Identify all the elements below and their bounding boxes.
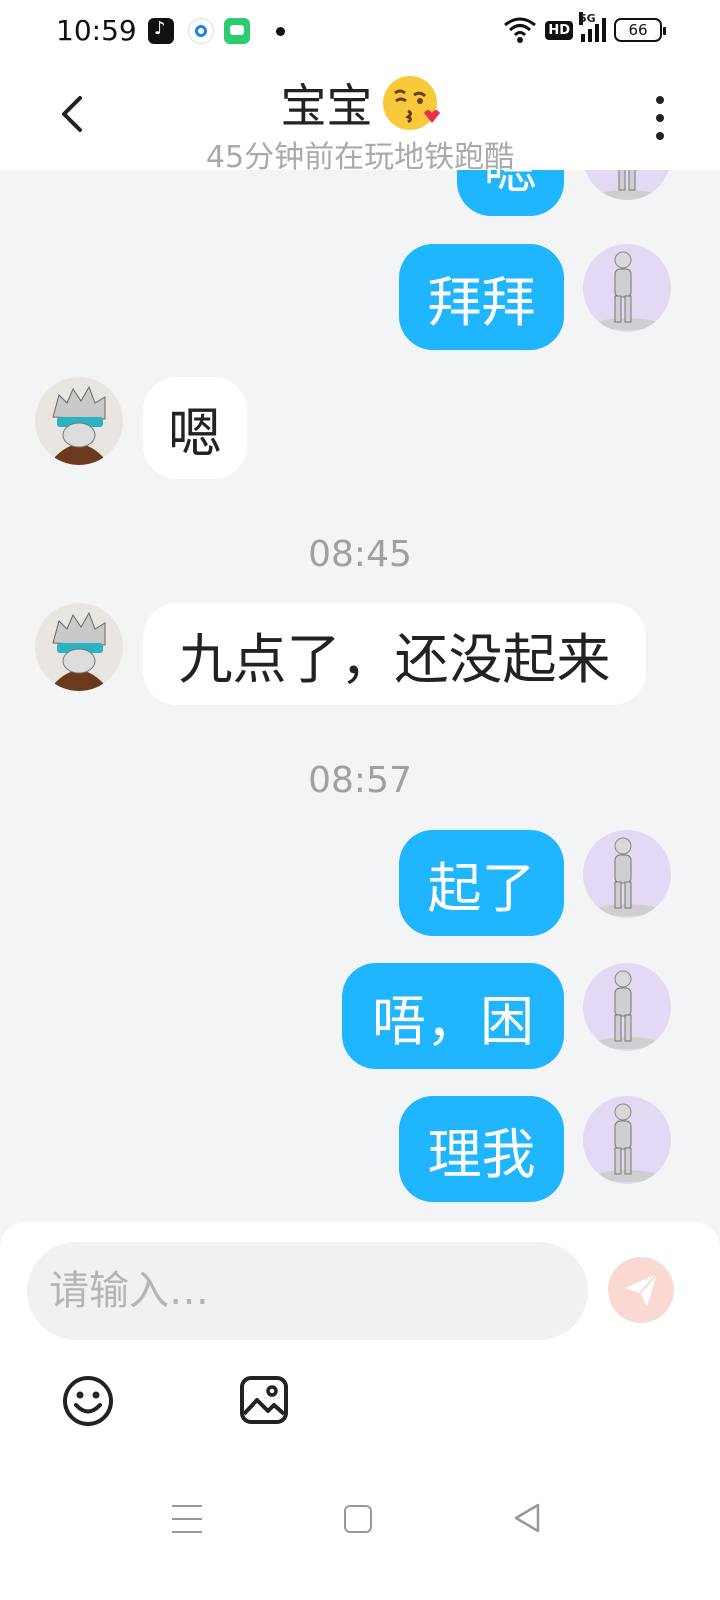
- more-options-button[interactable]: [650, 96, 670, 140]
- my-avatar[interactable]: [583, 170, 671, 200]
- menu-icon: [172, 1505, 202, 1507]
- message-bubble[interactable]: 九点了，还没起来: [143, 603, 646, 705]
- avatar-figure-icon: [597, 1103, 657, 1182]
- chat-app-icon: [224, 18, 250, 44]
- avatar-figure-icon: [597, 170, 657, 200]
- my-avatar[interactable]: [583, 830, 671, 918]
- home-button[interactable]: [344, 1505, 372, 1533]
- nav-back-icon[interactable]: [512, 1502, 542, 1534]
- avatar-figure-icon: [597, 251, 657, 330]
- hd-badge: HD: [545, 20, 573, 40]
- contact-avatar[interactable]: [35, 377, 123, 465]
- message-bubble[interactable]: 嗯: [143, 377, 247, 479]
- message-input[interactable]: [27, 1242, 588, 1340]
- contact-name: 宝宝: [280, 79, 373, 133]
- message-timestamp: 08:45: [308, 534, 412, 575]
- status-bar: 10:59 HD 5G 66: [0, 0, 720, 62]
- more-vertical-icon: [656, 96, 664, 104]
- message-list[interactable]: 嗯 拜拜 嗯 08:45: [0, 170, 720, 1225]
- my-avatar[interactable]: [583, 1096, 671, 1184]
- avatar-character-icon: [52, 611, 106, 691]
- message-bubble[interactable]: 起了: [399, 830, 564, 936]
- kiss-emoji-icon: [382, 76, 440, 130]
- notification-dot-icon: [276, 27, 285, 36]
- browser-app-icon: [188, 18, 214, 44]
- image-button[interactable]: [238, 1374, 290, 1426]
- system-nav-bar: [0, 1480, 720, 1560]
- message-bubble[interactable]: 拜拜: [399, 244, 564, 350]
- message-input-wrapper: [27, 1242, 588, 1340]
- message-timestamp: 08:57: [308, 760, 412, 801]
- message-text: 起了: [427, 856, 536, 920]
- message-text: 九点了，还没起来: [178, 627, 611, 691]
- avatar-figure-icon: [597, 837, 657, 916]
- avatar-figure-icon: [597, 970, 657, 1049]
- wifi-icon: [504, 17, 537, 43]
- message-text: 唔，困: [372, 989, 534, 1053]
- contact-avatar[interactable]: [35, 603, 123, 691]
- battery-icon: 66: [614, 18, 666, 42]
- message-bubble[interactable]: 嗯: [457, 170, 564, 216]
- message-text: 拜拜: [427, 270, 536, 334]
- my-avatar[interactable]: [583, 963, 671, 1051]
- my-avatar[interactable]: [583, 244, 671, 332]
- message-text: 嗯: [484, 170, 538, 204]
- avatar-character-icon: [52, 385, 106, 465]
- message-text: 嗯: [168, 401, 222, 465]
- cell-signal-icon: 5G: [579, 12, 606, 42]
- recent-apps-button[interactable]: [172, 1505, 202, 1533]
- send-button[interactable]: [608, 1257, 674, 1323]
- message-text: 理我: [427, 1122, 536, 1186]
- tiktok-app-icon: [148, 18, 174, 44]
- status-time: 10:59: [56, 14, 137, 47]
- send-icon: [625, 1273, 658, 1306]
- message-bubble[interactable]: 理我: [399, 1096, 564, 1202]
- image-icon: [240, 1376, 288, 1424]
- network-label: 5G: [579, 12, 596, 25]
- smiley-icon: [63, 1376, 113, 1426]
- message-bubble[interactable]: 唔，困: [342, 963, 564, 1069]
- emoji-button[interactable]: [61, 1374, 115, 1428]
- chat-header: 宝宝 45分钟前在玩地铁跑酷: [0, 62, 720, 175]
